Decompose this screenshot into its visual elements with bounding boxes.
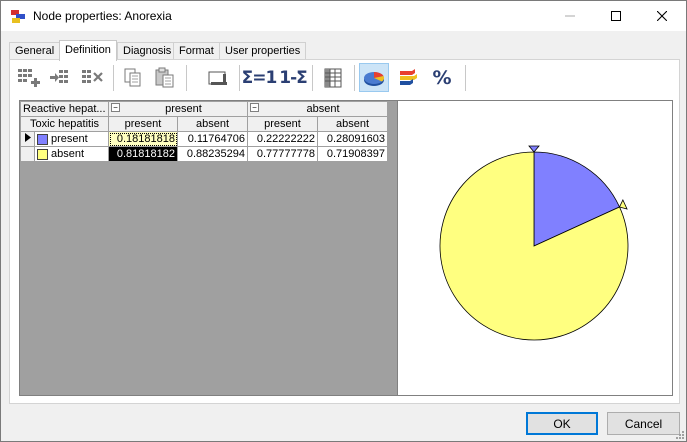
ok-button[interactable]: OK [526, 412, 598, 435]
add-state-button[interactable] [14, 63, 44, 92]
probability-cell[interactable]: 0.88235294 [177, 146, 248, 162]
parent-state-header[interactable]: − present [108, 101, 248, 117]
minimize-icon [565, 15, 575, 17]
column-header: present [247, 116, 318, 132]
toolbar-separator [239, 65, 240, 91]
properties-button[interactable] [202, 63, 232, 92]
pie-chart-icon [364, 71, 385, 86]
state-color-swatch [37, 133, 48, 145]
collapse-icon[interactable]: − [250, 103, 259, 112]
delete-row-icon [82, 69, 103, 83]
state-label: present [34, 131, 109, 147]
complement-button[interactable]: 1-Σ [278, 63, 308, 92]
title-bar: Node properties: Anorexia [1, 1, 686, 31]
collapse-icon[interactable]: − [111, 103, 120, 112]
table-icon [324, 68, 342, 87]
minimize-button[interactable] [547, 1, 593, 31]
state-color-swatch [37, 148, 48, 160]
state-label: absent [34, 146, 109, 162]
node-properties-dialog: Node properties: Anorexia General Defini… [0, 0, 687, 442]
parent-node-label: Toxic hepatitis [20, 116, 109, 132]
probability-cell[interactable]: 0.71908397 [317, 146, 388, 162]
paste-icon [155, 67, 174, 87]
pie-chart-panel [397, 100, 673, 396]
copy-button[interactable] [118, 63, 148, 92]
table-row: absent 0.81818182 0.88235294 0.77777778 … [20, 146, 388, 162]
stacked-bar-icon [400, 68, 417, 85]
probability-cell[interactable]: 0.22222222 [247, 131, 318, 147]
pie-chart-button[interactable] [359, 63, 389, 92]
slice-marker-absent [618, 198, 628, 210]
tab-definition[interactable]: Definition [59, 40, 117, 61]
delete-state-button[interactable] [78, 63, 108, 92]
probability-cell[interactable]: 0.11764706 [177, 131, 248, 147]
paste-button[interactable] [150, 63, 180, 92]
window-icon [208, 71, 227, 85]
tab-format[interactable]: Format [173, 42, 220, 60]
percent-label: % [432, 66, 452, 89]
tab-diagnosis[interactable]: Diagnosis [117, 42, 178, 60]
pie-chart [439, 145, 629, 341]
maximize-button[interactable] [593, 1, 639, 31]
bar-chart-button[interactable] [393, 63, 423, 92]
toolbar-separator [354, 65, 355, 91]
app-icon [11, 10, 25, 23]
normalize-button[interactable]: Σ=1 [241, 63, 278, 92]
probability-cell[interactable]: 0.28091603 [317, 131, 388, 147]
close-button[interactable] [639, 1, 685, 31]
cancel-button[interactable]: Cancel [607, 412, 680, 435]
resize-grip-icon[interactable] [674, 429, 685, 440]
window-title: Node properties: Anorexia [33, 9, 172, 23]
row-indicator [20, 146, 35, 162]
column-header: present [108, 116, 178, 132]
probability-cell[interactable]: 0.81818182 [108, 146, 178, 162]
probability-cell[interactable]: 0.77777778 [247, 146, 318, 162]
percent-button[interactable]: % [427, 63, 457, 92]
tab-general[interactable]: General [9, 42, 61, 60]
definition-panel: Σ=1 1-Σ % Reactive hepat... − present − … [9, 59, 680, 404]
current-row-icon [24, 133, 31, 142]
close-icon [657, 11, 667, 21]
row-indicator [20, 131, 35, 147]
sum-to-one-label: Σ=1 [241, 67, 278, 88]
column-header: absent [177, 116, 248, 132]
maximize-icon [611, 11, 621, 21]
toolbar-separator [465, 65, 466, 91]
toolbar-separator [312, 65, 313, 91]
slice-marker-present [528, 145, 540, 153]
add-row-icon [18, 68, 40, 87]
insert-state-button[interactable] [46, 63, 76, 92]
toolbar-separator [113, 65, 114, 91]
toolbar-separator [186, 65, 187, 91]
probability-table-area: Reactive hepat... − present − absent Toxic… [19, 100, 398, 396]
parent-state-header[interactable]: − absent [247, 101, 388, 117]
copy-icon [124, 68, 141, 86]
table-row: present 0.18181818 0.11764706 0.22222222… [20, 131, 388, 147]
tab-user-properties[interactable]: User properties [219, 42, 307, 60]
column-header: absent [317, 116, 388, 132]
probability-table: Reactive hepat... − present − absent Toxic… [20, 101, 388, 162]
insert-row-icon [50, 69, 68, 83]
probability-cell[interactable]: 0.18181818 [108, 131, 178, 147]
table-view-button[interactable] [318, 63, 348, 92]
complement-label: 1-Σ [279, 67, 307, 88]
parent-node-label: Reactive hepat... [20, 101, 109, 117]
